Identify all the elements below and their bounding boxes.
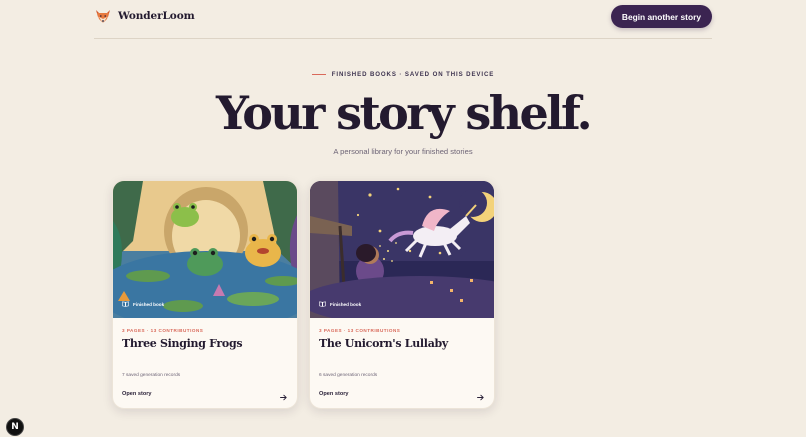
brand-name: WonderLoom	[118, 10, 195, 22]
story-card[interactable]: Finished book 3 PAGES · 13 CONTRIBUTIONS…	[112, 180, 298, 409]
finished-book-badge: Finished book	[319, 301, 361, 307]
eyebrow: FINISHED BOOKS · SAVED ON THIS DEVICE	[0, 71, 806, 78]
story-title: The Unicorn's Lullaby	[319, 337, 448, 350]
arrow-right-icon[interactable]	[476, 389, 485, 401]
brand[interactable]: WonderLoom	[95, 8, 195, 24]
open-story-link[interactable]: Open story	[319, 391, 349, 397]
story-title: Three Singing Frogs	[122, 337, 243, 350]
generation-records: 7 saved generation records	[122, 373, 181, 378]
dev-tools-button[interactable]: N	[6, 418, 24, 436]
arrow-right-icon[interactable]	[279, 389, 288, 401]
story-card[interactable]: Finished book 3 PAGES · 13 CONTRIBUTIONS…	[309, 180, 495, 409]
badge-label: Finished book	[330, 301, 362, 307]
book-icon	[319, 301, 326, 307]
story-cover-image	[113, 181, 297, 318]
story-meta: 3 PAGES · 13 CONTRIBUTIONS	[122, 328, 204, 333]
open-story-link[interactable]: Open story	[122, 391, 152, 397]
page-title: Your story shelf.	[215, 86, 593, 140]
site-header: WonderLoom Begin another story	[94, 0, 712, 39]
eyebrow-text: FINISHED BOOKS · SAVED ON THIS DEVICE	[331, 71, 495, 78]
book-icon	[122, 301, 129, 307]
finished-book-badge: Finished book	[122, 301, 164, 307]
story-cover-image	[310, 181, 494, 318]
eyebrow-rule	[311, 74, 326, 75]
generation-records: 6 saved generation records	[319, 373, 378, 378]
badge-label: Finished book	[133, 301, 165, 307]
begin-another-story-button[interactable]: Begin another story	[610, 5, 712, 28]
page-subtitle: A personal library for your finished sto…	[333, 147, 473, 156]
story-meta: 3 PAGES · 13 CONTRIBUTIONS	[319, 328, 401, 333]
fox-icon	[95, 8, 111, 24]
